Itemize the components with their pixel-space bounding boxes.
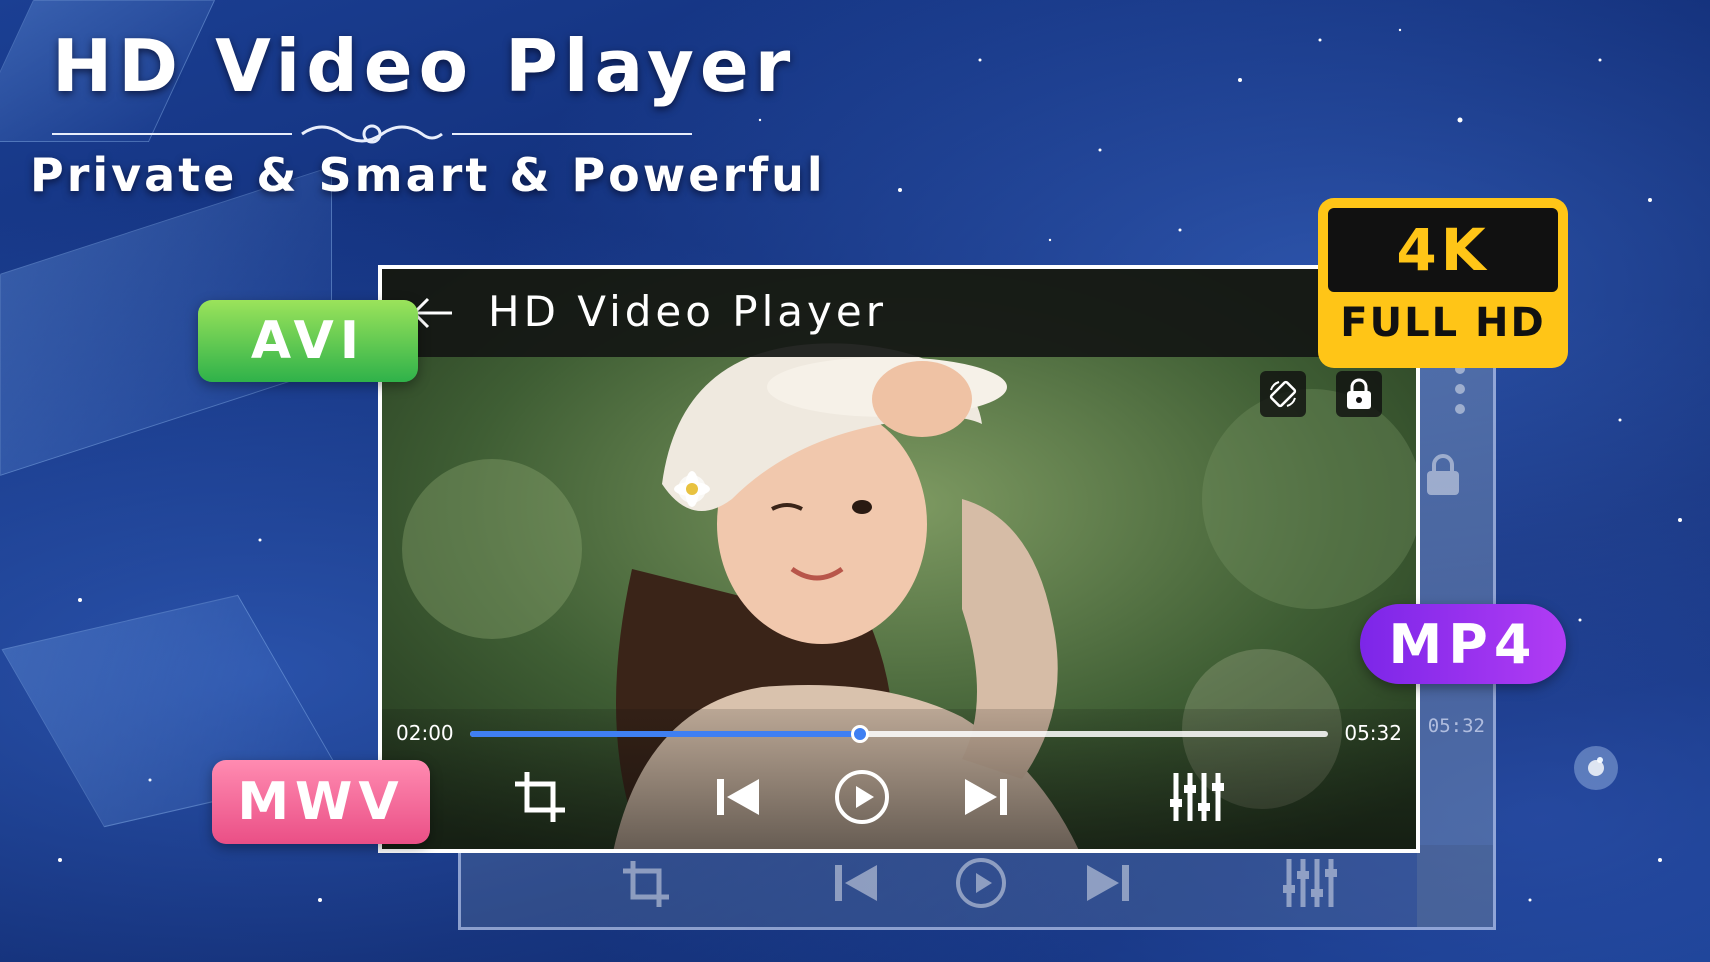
seek-bar[interactable]: [470, 725, 1328, 743]
full-hd-label: FULL HD: [1340, 300, 1546, 346]
next-icon: [965, 779, 1007, 815]
4k-label: 4K: [1328, 208, 1558, 292]
player-top-bar: HD Video Player: [382, 269, 1416, 357]
seek-thumb[interactable]: [851, 725, 870, 743]
crop-icon: [623, 861, 669, 907]
video-player-window[interactable]: HD Video Player 02:00 05:32: [378, 265, 1420, 853]
equalizer-icon: [1170, 773, 1224, 821]
crop-button[interactable]: [510, 767, 570, 827]
previous-button[interactable]: [708, 767, 768, 827]
player-title: HD Video Player: [488, 287, 887, 336]
current-time: 02:00: [396, 721, 454, 745]
previous-icon: [717, 779, 759, 815]
mwv-format-badge: MWV: [212, 760, 430, 844]
next-button[interactable]: [956, 767, 1016, 827]
4k-full-hd-badge: 4K FULL HD: [1318, 198, 1568, 368]
seek-progress: [470, 731, 861, 737]
promo-tagline: Private & Smart & Powerful: [30, 148, 826, 202]
crop-icon: [515, 772, 565, 822]
rotate-icon: [1269, 380, 1297, 408]
equalizer-icon: [1283, 859, 1337, 907]
promo-headline: HD Video Player: [52, 24, 797, 108]
equalizer-button[interactable]: [1166, 767, 1226, 827]
more-vertical-icon: [1455, 364, 1465, 414]
previous-icon: [835, 865, 877, 901]
background-duration: 05:32: [1427, 715, 1485, 737]
next-icon: [1087, 865, 1129, 901]
play-icon: [835, 770, 889, 824]
mp4-format-badge: MP4: [1360, 604, 1566, 684]
lock-icon: [1347, 378, 1371, 409]
play-button[interactable]: [832, 767, 892, 827]
lock-button[interactable]: [1336, 371, 1382, 417]
lock-icon: [1427, 454, 1459, 495]
background-controls: [461, 845, 1493, 927]
player-controls: 02:00 05:32: [382, 709, 1416, 849]
play-icon: [956, 858, 1006, 908]
avi-format-badge: AVI: [198, 300, 418, 382]
rotate-button[interactable]: [1260, 371, 1306, 417]
duration: 05:32: [1344, 721, 1402, 745]
